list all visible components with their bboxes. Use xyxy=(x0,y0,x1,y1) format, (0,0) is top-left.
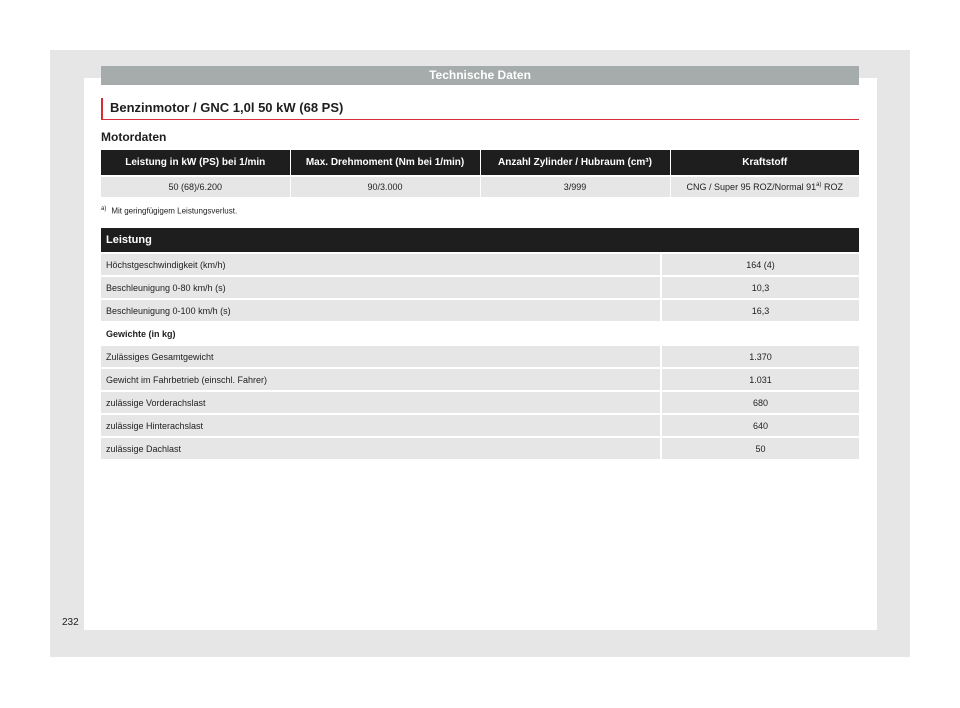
row-value: 10,3 xyxy=(660,275,859,299)
table-row: Zulässiges Gesamtgewicht 1.370 xyxy=(101,344,859,368)
table-row: Beschleunigung 0-100 km/h (s) 16,3 xyxy=(101,298,859,322)
column-header-cylinders: Anzahl Zylinder / Hubraum (cm³) xyxy=(480,150,671,176)
weights-title: Gewichte (in kg) xyxy=(101,321,859,345)
row-label: zulässige Hinterachslast xyxy=(101,413,661,437)
fuel-suffix: ROZ xyxy=(821,182,843,192)
page-number: 232 xyxy=(62,617,79,628)
column-header-fuel: Kraftstoff xyxy=(670,150,859,176)
chapter-header: Technische Daten xyxy=(101,66,859,85)
leistung-title: Leistung xyxy=(101,228,859,253)
row-value: 1.370 xyxy=(660,344,859,368)
footnote-mark: a) xyxy=(101,206,107,212)
row-label: Gewicht im Fahrbetrieb (einschl. Fahrer) xyxy=(101,367,661,391)
table-row: 50 (68)/6.200 90/3.000 3/999 CNG / Super… xyxy=(101,175,859,197)
row-label: Beschleunigung 0-100 km/h (s) xyxy=(101,298,661,322)
table-header-row: Leistung xyxy=(101,228,859,253)
fuel-text: CNG / Super 95 ROZ/Normal 91 xyxy=(686,182,817,192)
row-value: 16,3 xyxy=(660,298,859,322)
table-row: Gewicht im Fahrbetrieb (einschl. Fahrer)… xyxy=(101,367,859,391)
cell-power: 50 (68)/6.200 xyxy=(101,175,291,197)
cell-fuel: CNG / Super 95 ROZ/Normal 91a) ROZ xyxy=(670,175,859,197)
table-subheader-row: Gewichte (in kg) xyxy=(101,321,859,345)
row-label: Höchstgeschwindigkeit (km/h) xyxy=(101,252,661,276)
table-row: zulässige Hinterachslast 640 xyxy=(101,413,859,437)
row-label: Beschleunigung 0-80 km/h (s) xyxy=(101,275,661,299)
footnote-text: Mit geringfügigem Leistungsverlust. xyxy=(111,206,238,216)
row-label: zulässige Vorderachslast xyxy=(101,390,661,414)
cell-torque: 90/3.000 xyxy=(290,175,481,197)
table-row: zulässige Dachlast 50 xyxy=(101,436,859,459)
table-row: zulässige Vorderachslast 680 xyxy=(101,390,859,414)
table-header-row: Leistung in kW (PS) bei 1/min Max. Drehm… xyxy=(101,150,859,176)
leistung-table: Leistung Höchstgeschwindigkeit (km/h) 16… xyxy=(101,228,859,459)
row-value: 1.031 xyxy=(660,367,859,391)
footnote: a) Mit geringfügigem Leistungsverlust. xyxy=(101,206,237,216)
row-value: 680 xyxy=(660,390,859,414)
row-value: 640 xyxy=(660,413,859,437)
row-value: 164 (4) xyxy=(660,252,859,276)
row-label: zulässige Dachlast xyxy=(101,436,661,459)
column-header-torque: Max. Drehmoment (Nm bei 1/min) xyxy=(290,150,481,176)
row-value: 50 xyxy=(660,436,859,459)
column-header-power: Leistung in kW (PS) bei 1/min xyxy=(101,150,291,176)
table-row: Höchstgeschwindigkeit (km/h) 164 (4) xyxy=(101,252,859,276)
section-title: Benzinmotor / GNC 1,0l 50 kW (68 PS) xyxy=(101,98,859,120)
motordaten-table: Leistung in kW (PS) bei 1/min Max. Drehm… xyxy=(101,150,859,197)
cell-cylinders: 3/999 xyxy=(480,175,671,197)
motordaten-title: Motordaten xyxy=(101,130,167,144)
table-row: Beschleunigung 0-80 km/h (s) 10,3 xyxy=(101,275,859,299)
row-label: Zulässiges Gesamtgewicht xyxy=(101,344,661,368)
